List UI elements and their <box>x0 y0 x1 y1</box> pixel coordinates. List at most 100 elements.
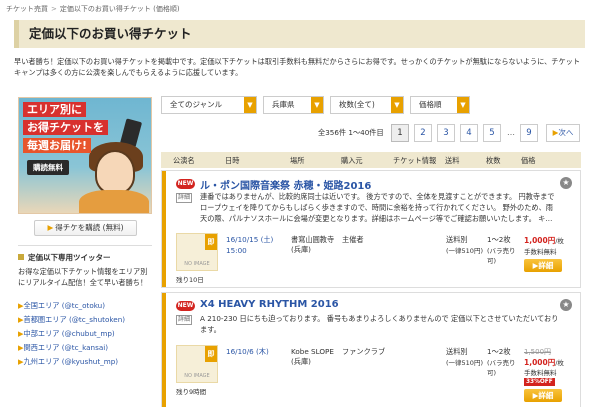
event-title-link[interactable]: ル・ポン国際音楽祭 赤穂・姫路2016 <box>200 177 371 192</box>
page-3[interactable]: 3 <box>437 124 455 142</box>
subscribe-banner[interactable]: エリア別に お得チケットを 毎週お届け! 購読無料 <box>18 97 152 214</box>
sort-select-value: 価格順 <box>419 100 442 109</box>
detail-button-label: 詳細 <box>538 261 554 270</box>
chevron-down-icon: ▼ <box>244 97 256 113</box>
fee-free-label: 手数料無料 <box>524 369 557 377</box>
prefecture-select-value: 兵庫県 <box>272 100 295 109</box>
seller-source: ファンクラブ <box>342 347 386 356</box>
quantity-select-value: 枚数(全て) <box>339 100 375 109</box>
quantity-detail: (バラ売り可) <box>487 359 516 377</box>
twitter-area-link[interactable]: ▶全国エリア (@tc_otoku) <box>18 299 152 313</box>
page-5[interactable]: 5 <box>483 124 501 142</box>
instant-badge: 即 <box>205 346 217 362</box>
banner-line-2: お得チケットを <box>23 120 108 135</box>
header-shipping: 送料 <box>445 156 460 165</box>
header-venue: 場所 <box>290 156 305 165</box>
page-title-bar: 定価以下のお買い得チケット <box>14 20 585 48</box>
banner-line-1: エリア別に <box>23 102 86 117</box>
quantity-value: 1〜2枚 <box>487 347 511 356</box>
twitter-area-link[interactable]: ▶関西エリア (@tc_kansai) <box>18 341 152 355</box>
breadcrumb-current: 定価以下のお買い得チケット (価格順) <box>59 5 180 13</box>
no-image-thumbnail: 即 NO IMAGE <box>176 345 218 383</box>
shipping-label: 送料別 <box>446 347 468 356</box>
fee-free-label: 手数料無料 <box>524 248 557 256</box>
twitter-area-label: 関西エリア (@tc_kansai) <box>23 343 109 352</box>
twitter-area-label: 九州エリア (@kyushut_mp) <box>23 357 119 366</box>
arrow-right-icon: ▶ <box>47 223 54 232</box>
event-description: A 210-230 日にちも迫っております。 番号もあまりよろしくありませんので… <box>200 314 559 334</box>
twitter-heading: 定価以下専用ツイッター <box>18 245 152 263</box>
page-4[interactable]: 4 <box>460 124 478 142</box>
prefecture-select[interactable]: 兵庫県 ▼ <box>263 96 324 114</box>
character-face-illustration <box>95 150 135 194</box>
event-title-link[interactable]: X4 HEAVY RHYTHM 2016 <box>200 299 339 310</box>
genre-select[interactable]: 全てのジャンル ▼ <box>161 96 257 114</box>
row-accent-bar <box>162 293 166 407</box>
ticket-row[interactable]: NEW ル・ポン国際音楽祭 赤穂・姫路2016 ★ 詳細 連番ではありませんが、… <box>161 170 581 288</box>
price-amount: 1,000円 <box>524 236 556 245</box>
favorite-star-icon[interactable]: ★ <box>560 299 572 311</box>
square-bullet-icon <box>18 254 24 260</box>
quantity-select[interactable]: 枚数(全て) ▼ <box>330 96 404 114</box>
event-time: 15:00 <box>226 246 247 255</box>
no-image-label: NO IMAGE <box>184 373 210 379</box>
event-venue: 書寫山圓教寺 (兵庫) <box>291 235 335 254</box>
event-description: 連番ではありませんが、比較的席同士は近いです。 後方ですので、全体を見渡すことが… <box>200 192 555 223</box>
detail-button[interactable]: ▶詳細 <box>524 389 562 402</box>
twitter-area-link[interactable]: ▶首都圏エリア (@tc_shutoken) <box>18 313 152 327</box>
page-title: 定価以下のお買い得チケット <box>29 26 192 41</box>
chevron-down-icon: ▼ <box>457 97 469 113</box>
header-ticket-info: チケット情報 <box>393 156 437 165</box>
ticket-row[interactable]: NEW X4 HEAVY RHYTHM 2016 ★ 詳細 A 210-230 … <box>161 292 581 407</box>
time-remaining: 残り10日 <box>176 276 204 284</box>
breadcrumb-separator: > <box>51 5 57 13</box>
detail-button-label: 詳細 <box>538 391 554 400</box>
new-badge: NEW <box>176 301 195 311</box>
ticket-table-header: 公演名 日時 場所 購入元 チケット情報 送料 枚数 価格 <box>161 152 581 168</box>
genre-select-value: 全てのジャンル <box>170 100 223 109</box>
quantity-value: 1〜2枚 <box>487 235 511 244</box>
shipping-detail: (一律510円) <box>446 247 483 255</box>
header-event: 公演名 <box>173 156 195 165</box>
breadcrumb: チケット売買 > 定価以下のお買い得チケット (価格順) <box>6 4 180 14</box>
page-last[interactable]: 9 <box>520 124 538 142</box>
price-unit: /枚 <box>555 359 564 367</box>
subscribe-button[interactable]: ▶ 得チケを購読 (無料) <box>34 220 137 236</box>
page-1[interactable]: 1 <box>391 124 409 142</box>
subscribe-button-label: 得チケを購読 (無料) <box>55 223 124 232</box>
price-value: 1,000円/枚 <box>524 235 564 246</box>
detail-button[interactable]: ▶詳細 <box>524 259 562 272</box>
sort-select[interactable]: 価格順 ▼ <box>410 96 470 114</box>
twitter-area-label: 首都圏エリア (@tc_shutoken) <box>23 315 126 324</box>
no-image-label: NO IMAGE <box>184 261 210 267</box>
twitter-area-label: 中部エリア (@chubut_mp) <box>23 329 115 338</box>
instant-badge: 即 <box>205 234 217 250</box>
twitter-description: お得な定価以下チケット情報をエリア別にリアルタイム配信！全て早い者勝ち！ <box>18 267 148 287</box>
intro-text: 早い者勝ち！定価以下のお買い得チケットを掲載中です。定価以下チケットは取引手数料… <box>14 57 581 77</box>
favorite-star-icon[interactable]: ★ <box>560 177 572 189</box>
price-value: 1,000円/枚 <box>524 357 564 368</box>
banner-line-3: 毎週お届け! <box>23 138 92 153</box>
new-badge: NEW <box>176 179 195 189</box>
page-2[interactable]: 2 <box>414 124 432 142</box>
character-body-illustration <box>79 190 149 213</box>
row-accent-bar <box>162 171 166 287</box>
price-unit: /枚 <box>555 237 564 245</box>
no-image-thumbnail: 即 NO IMAGE <box>176 233 218 271</box>
header-quantity: 枚数 <box>486 156 501 165</box>
chevron-down-icon: ▼ <box>391 97 403 113</box>
event-date: 16/10/15 (土) <box>226 235 274 244</box>
seller-source: 主催者 <box>342 235 364 244</box>
twitter-area-label: 全国エリア (@tc_otoku) <box>23 301 106 310</box>
twitter-area-link[interactable]: ▶中部エリア (@chubut_mp) <box>18 327 152 341</box>
banner-subscribe-button[interactable]: 購読無料 <box>27 160 69 175</box>
breadcrumb-home-link[interactable]: チケット売買 <box>6 5 48 13</box>
twitter-area-link[interactable]: ▶九州エリア (@kyushut_mp) <box>18 355 152 369</box>
detail-tag: 詳細 <box>176 193 193 203</box>
result-count: 全356件 1〜40件目 <box>318 128 384 137</box>
quantity-detail: (バラ売り可) <box>487 247 516 265</box>
twitter-area-list: ▶全国エリア (@tc_otoku) ▶首都圏エリア (@tc_shutoken… <box>18 299 152 369</box>
chevron-down-icon: ▼ <box>311 97 323 113</box>
next-page-button[interactable]: ▶次へ <box>546 124 580 142</box>
detail-tag: 詳細 <box>176 315 193 325</box>
